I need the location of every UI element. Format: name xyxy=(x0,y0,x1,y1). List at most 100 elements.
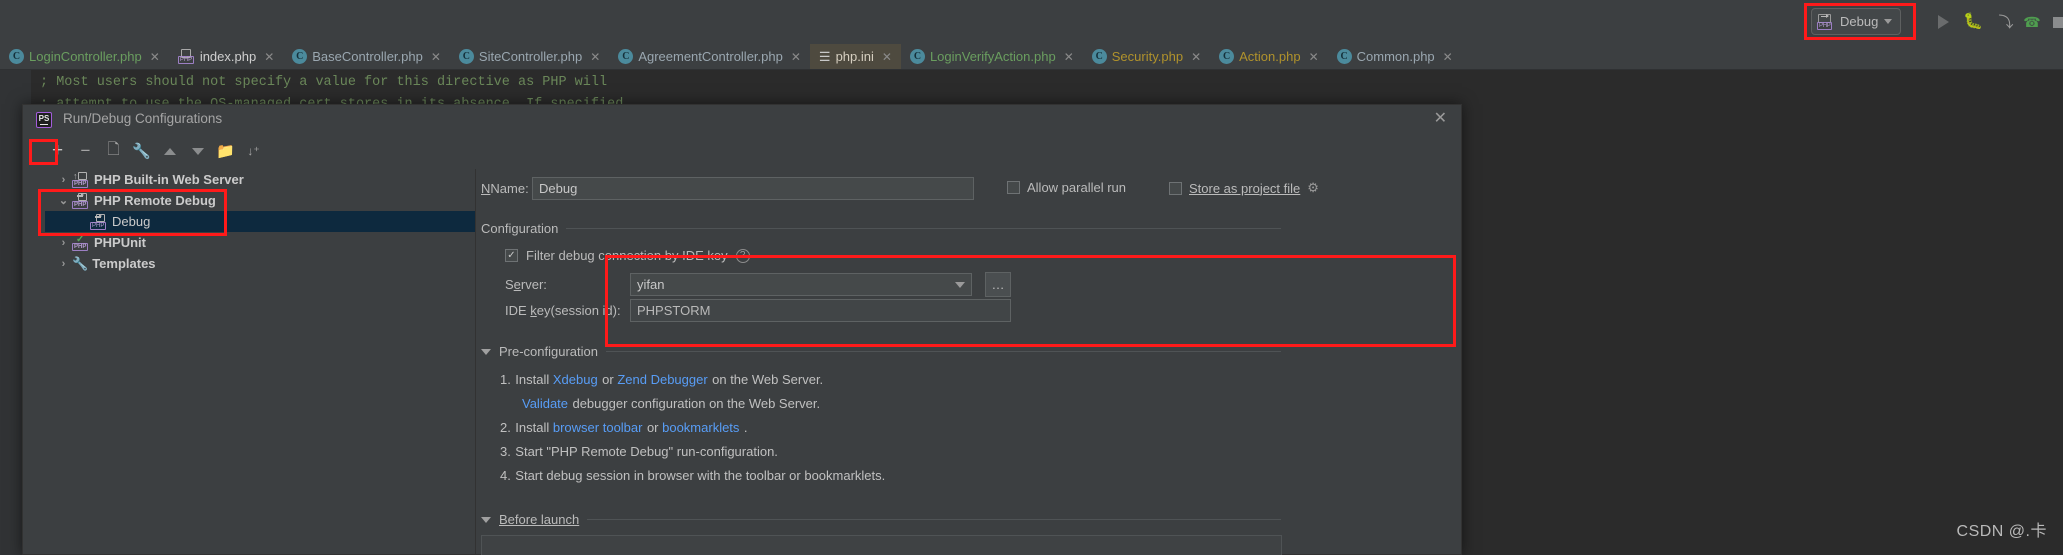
step-prefix: Start debug session in browser with the … xyxy=(515,468,886,483)
close-icon[interactable]: ✕ xyxy=(1434,110,1447,128)
close-icon[interactable]: ✕ xyxy=(1443,50,1453,64)
bug-icon: 🐛 xyxy=(1963,13,1983,30)
tree-item-php-remote-debug[interactable]: ⌄ PHP PHP Remote Debug xyxy=(45,190,475,211)
remove-configuration-button[interactable]: − xyxy=(73,140,98,162)
validate-link[interactable]: Validate xyxy=(522,396,568,411)
editor-tab-index[interactable]: PHP index.php ✕ xyxy=(169,44,283,69)
tree-item-label: Templates xyxy=(92,256,156,271)
filter-debug-connection-checkbox[interactable]: ✓ Filter debug connection by IDE key ? xyxy=(505,248,750,263)
sort-az-icon: ↓⁺ xyxy=(247,144,260,158)
gear-icon[interactable]: ⚙ xyxy=(1307,180,1319,196)
tab-label: Common.php xyxy=(1356,49,1435,64)
app-root: PHP Debug 🐛 ⤵ ☎ C LoginController.php ✕ … xyxy=(0,0,2063,555)
close-icon[interactable]: ✕ xyxy=(1309,50,1319,64)
tab-label: LoginController.php xyxy=(29,49,142,64)
editor-tab-basecontroller[interactable]: C BaseController.php ✕ xyxy=(283,44,450,69)
close-icon[interactable]: ✕ xyxy=(791,50,801,64)
server-combobox[interactable]: yifan xyxy=(630,273,972,296)
chevron-right-icon[interactable]: › xyxy=(55,237,72,249)
editor-tab-bar: C LoginController.php ✕ PHP index.php ✕ … xyxy=(0,44,2063,70)
ide-key-input[interactable]: PHPSTORM xyxy=(630,299,1011,322)
move-into-folder-button[interactable]: 📁 xyxy=(213,140,238,162)
tree-item-phpunit[interactable]: › ✓ PHP PHPUnit xyxy=(45,232,475,253)
editor-tab-agreementcontroller[interactable]: C AgreementController.php ✕ xyxy=(609,44,810,69)
server-browse-button[interactable]: … xyxy=(985,272,1011,297)
close-icon[interactable]: ✕ xyxy=(1064,50,1074,64)
edit-templates-button[interactable]: 🔧 xyxy=(129,140,154,162)
before-launch-section-header[interactable]: Before launch xyxy=(481,512,1281,527)
phone-listen-button[interactable]: ☎ xyxy=(2019,9,2045,35)
play-icon xyxy=(1937,15,1949,29)
class-icon: C xyxy=(618,49,634,64)
triangle-down-icon xyxy=(481,516,491,523)
name-label: NName: xyxy=(481,181,529,196)
class-icon: C xyxy=(458,49,474,64)
debug-button[interactable]: 🐛 xyxy=(1960,9,1986,35)
stop-button[interactable] xyxy=(2045,9,2063,35)
run-debug-configurations-dialog: PS Run/Debug Configurations ✕ + − 🗋 🔧 📁 … xyxy=(22,104,1462,555)
php-file-icon: PHP xyxy=(177,49,195,64)
editor-tab-sitecontroller[interactable]: C SiteController.php ✕ xyxy=(450,44,609,69)
step-suffix: debugger configuration on the Web Server… xyxy=(572,396,821,411)
class-icon: C xyxy=(1336,49,1352,64)
before-launch-task-list[interactable] xyxy=(481,535,1282,555)
tab-label: LoginVerifyAction.php xyxy=(929,49,1056,64)
attach-debugger-button[interactable]: ⤵ xyxy=(1993,9,2019,35)
close-icon[interactable]: ✕ xyxy=(150,50,160,64)
editor-tab-common[interactable]: C Common.php ✕ xyxy=(1328,44,1462,69)
chevron-down-icon[interactable] xyxy=(1884,19,1893,24)
class-icon: C xyxy=(1091,49,1107,64)
editor-tab-security[interactable]: C Security.php ✕ xyxy=(1083,44,1210,69)
close-icon[interactable]: ✕ xyxy=(264,50,274,64)
editor-tab-logincontroller[interactable]: C LoginController.php ✕ xyxy=(0,44,169,69)
name-input[interactable] xyxy=(532,177,974,200)
store-as-project-file-checkbox[interactable]: Store as project file ⚙ xyxy=(1169,180,1319,196)
tree-item-templates[interactable]: › 🔧 Templates xyxy=(45,253,475,274)
attach-icon: ⤵ xyxy=(1998,13,2014,31)
step-prefix: Start "PHP Remote Debug" run-configurati… xyxy=(515,444,778,459)
php-remote-debug-icon: PHP xyxy=(72,192,90,209)
tree-item-php-builtin-web-server[interactable]: › ↑ PHP PHP Built-in Web Server xyxy=(45,169,475,190)
run-configuration-selector[interactable]: PHP Debug xyxy=(1811,8,1902,35)
step-number: 1. xyxy=(500,372,511,387)
help-icon[interactable]: ? xyxy=(735,248,750,263)
chevron-right-icon[interactable]: › xyxy=(55,258,72,270)
chevron-right-icon[interactable]: › xyxy=(55,174,72,186)
store-as-project-file-label: Store as project file xyxy=(1189,180,1301,196)
editor-tab-action[interactable]: C Action.php ✕ xyxy=(1210,44,1328,69)
bookmarklets-link[interactable]: bookmarklets xyxy=(662,420,739,435)
editor-tab-loginverifyaction[interactable]: C LoginVerifyAction.php ✕ xyxy=(901,44,1083,69)
close-icon[interactable]: ✕ xyxy=(882,50,892,64)
editor-tab-phpini[interactable]: ☰ php.ini ✕ xyxy=(809,44,901,69)
close-icon[interactable]: ✕ xyxy=(590,50,600,64)
configurations-tree[interactable]: › ↑ PHP PHP Built-in Web Server ⌄ PHP PHP… xyxy=(45,169,475,554)
preconfig-step-3: 3. Start "PHP Remote Debug" run-configur… xyxy=(500,443,778,461)
wrench-icon: 🔧 xyxy=(132,143,151,160)
xdebug-link[interactable]: Xdebug xyxy=(553,372,598,387)
triangle-up-icon xyxy=(163,147,176,155)
copy-configuration-button[interactable]: 🗋 xyxy=(101,140,126,162)
move-up-button[interactable] xyxy=(157,140,182,162)
preconfig-step-validate: Validate debugger configuration on the W… xyxy=(522,395,820,413)
phpunit-icon: ✓ PHP xyxy=(72,233,89,251)
browser-toolbar-link[interactable]: browser toolbar xyxy=(553,420,643,435)
filter-debug-connection-label: Filter debug connection by IDE key xyxy=(526,248,728,263)
preconfig-step-4: 4. Start debug session in browser with t… xyxy=(500,467,885,485)
tree-item-debug[interactable]: PHP Debug xyxy=(45,211,475,232)
move-down-button[interactable] xyxy=(185,140,210,162)
allow-parallel-run-checkbox[interactable]: Allow parallel run xyxy=(1007,180,1126,195)
checkbox-box: ✓ xyxy=(505,249,518,262)
dialog-title: Run/Debug Configurations xyxy=(63,111,223,126)
run-button[interactable] xyxy=(1930,9,1956,35)
close-icon[interactable]: ✕ xyxy=(1191,50,1201,64)
configuration-section-header: Configuration xyxy=(481,221,1281,236)
class-icon: C xyxy=(9,49,24,64)
configuration-detail-pane: NName: Allow parallel run Store as proje… xyxy=(476,169,1461,555)
add-configuration-button[interactable]: + xyxy=(45,140,70,162)
close-icon[interactable]: ✕ xyxy=(431,50,441,64)
sort-configurations-button[interactable]: ↓⁺ xyxy=(241,140,266,162)
chevron-down-icon[interactable]: ⌄ xyxy=(55,194,72,207)
zend-debugger-link[interactable]: Zend Debugger xyxy=(617,372,707,387)
preconfiguration-section-header[interactable]: Pre-configuration xyxy=(481,344,1281,359)
chevron-down-icon xyxy=(955,281,965,288)
